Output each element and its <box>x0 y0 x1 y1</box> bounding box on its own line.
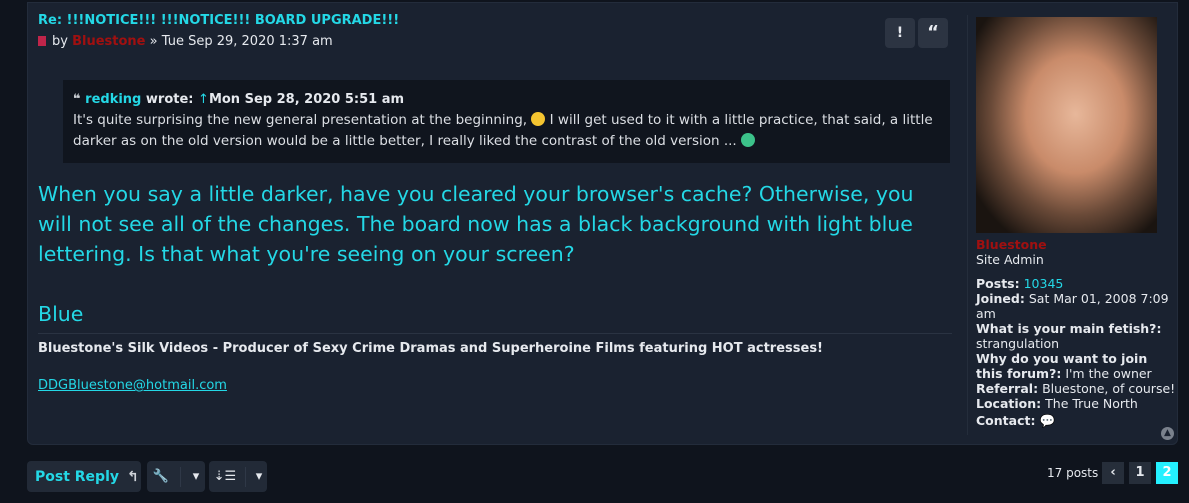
chevron-down-icon: ▾ <box>255 469 263 484</box>
quote-text: It's quite surprising the new general pr… <box>73 112 933 149</box>
wrench-icon: 🔧 <box>152 469 169 484</box>
laughing-emoji-icon <box>531 112 546 126</box>
post-title[interactable]: Re: !!!NOTICE!!! !!!NOTICE!!! BOARD UPGR… <box>38 13 399 28</box>
topic-tools-button[interactable]: 🔧 ▾ <box>147 461 205 492</box>
post-body: When you say a little darker, have you c… <box>38 182 914 326</box>
posts-count: 17 posts <box>1047 466 1099 480</box>
grin-emoji-icon <box>741 133 755 147</box>
page-2-current[interactable]: 2 <box>1156 462 1178 484</box>
report-button[interactable]: ! <box>885 18 915 48</box>
divider <box>967 15 968 435</box>
profile-panel: Bluestone Site Admin Posts: 10345 Joined… <box>976 17 1176 428</box>
sort-button[interactable]: ⇣☰ ▾ <box>209 461 267 492</box>
post-file-icon[interactable] <box>38 36 46 46</box>
back-to-top-icon[interactable]: ▲ <box>1161 427 1174 440</box>
contact-chat-icon[interactable]: 💬 <box>1039 413 1055 428</box>
quote-user-link[interactable]: redking <box>85 92 141 107</box>
reply-arrow-icon: ↰ <box>127 468 139 485</box>
post-date: Tue Sep 29, 2020 1:37 am <box>161 34 333 49</box>
quote-header: ❝ redking wrote: ↑Mon Sep 28, 2020 5:51 … <box>73 92 405 107</box>
post-reply-button[interactable]: Post Reply ↰ <box>27 461 141 492</box>
post-byline: by Bluestone » Tue Sep 29, 2020 1:37 am <box>38 34 333 49</box>
avatar <box>976 17 1157 233</box>
signature: Bluestone's Silk Videos - Producer of Se… <box>38 333 952 393</box>
quote-block: ❝ redking wrote: ↑Mon Sep 28, 2020 5:51 … <box>63 80 950 163</box>
profile-rank: Site Admin <box>976 252 1044 267</box>
chevron-down-icon: ▾ <box>192 469 200 484</box>
quote-icon: ❝ <box>73 92 81 107</box>
posts-count-link[interactable]: 10345 <box>1024 276 1064 291</box>
page-1-button[interactable]: 1 <box>1129 462 1151 484</box>
email-link[interactable]: DDGBluestone@hotmail.com <box>38 378 952 393</box>
previous-page-button[interactable]: ‹ <box>1102 462 1124 484</box>
quote-button[interactable]: “ <box>918 18 948 48</box>
profile-username[interactable]: Bluestone <box>976 237 1176 252</box>
sort-icon: ⇣☰ <box>213 469 237 484</box>
quote-source-link[interactable]: ↑ <box>198 92 209 107</box>
author-link[interactable]: Bluestone <box>72 34 145 49</box>
post: Re: !!!NOTICE!!! !!!NOTICE!!! BOARD UPGR… <box>27 2 1178 445</box>
